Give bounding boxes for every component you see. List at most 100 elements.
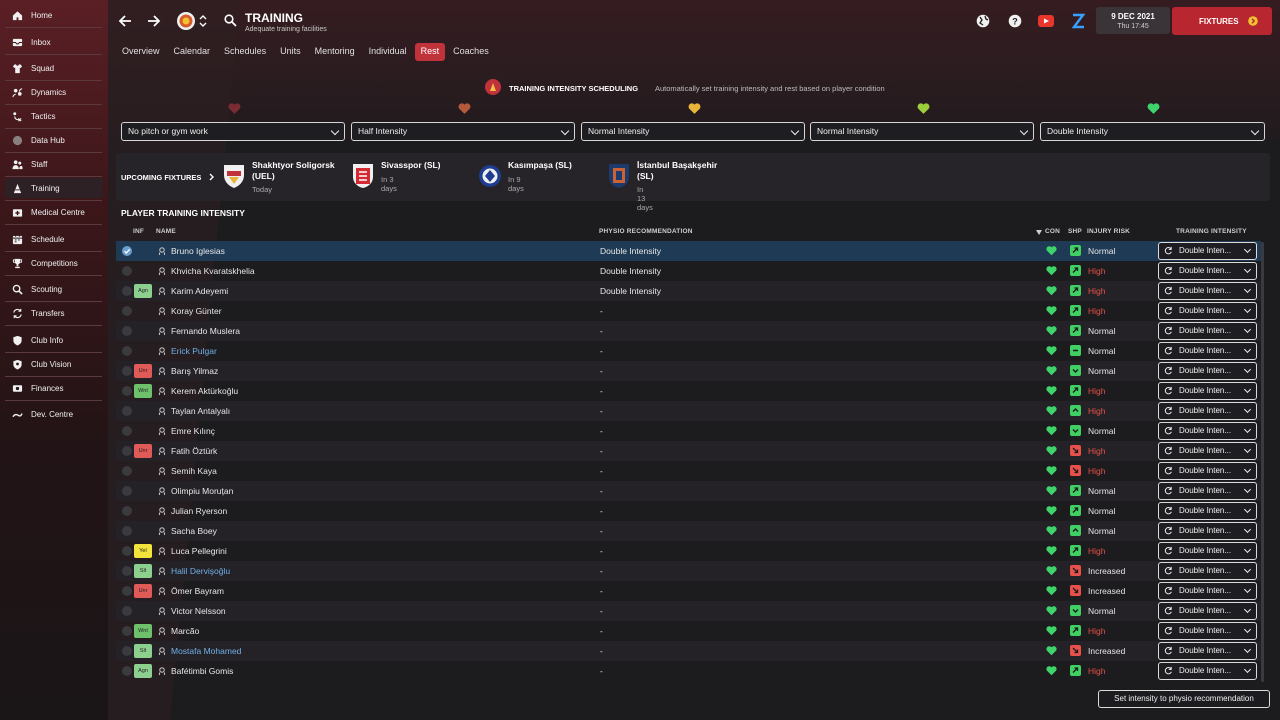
table-row[interactable]: Wnt Kerem Aktürkoğlu - High Double Inten...: [116, 381, 1261, 401]
row-select-checkbox[interactable]: [122, 506, 132, 516]
intensity-select-4[interactable]: Normal Intensity: [810, 122, 1034, 141]
training-intensity-select[interactable]: Double Inten...: [1158, 642, 1257, 660]
injury-info-badge[interactable]: Slt: [134, 644, 152, 658]
row-select-checkbox[interactable]: [122, 446, 132, 456]
table-row[interactable]: Taylan Antalyalı - High Double Inten...: [116, 401, 1261, 421]
table-row[interactable]: Yel Luca Pellegrini - High Double Inten...: [116, 541, 1261, 561]
player-name[interactable]: Koray Günter: [171, 306, 222, 316]
table-row[interactable]: Slt Mostafa Mohamed - Increased Double Inten…: [116, 641, 1261, 661]
row-select-checkbox[interactable]: [122, 646, 132, 656]
table-row[interactable]: Unr Fatih Öztürk - High Double Inten...: [116, 441, 1261, 461]
player-name[interactable]: Fernando Muslera: [171, 326, 240, 336]
table-row[interactable]: Semih Kaya - High Double Inten...: [116, 461, 1261, 481]
player-name[interactable]: Erick Pulgar: [171, 346, 217, 356]
player-name[interactable]: Emre Kılınç: [171, 426, 215, 436]
training-intensity-select[interactable]: Double Inten...: [1158, 302, 1257, 320]
injury-info-badge[interactable]: Agn: [134, 664, 152, 678]
training-intensity-select[interactable]: Double Inten...: [1158, 462, 1257, 480]
player-name[interactable]: Fatih Öztürk: [171, 446, 217, 456]
table-row[interactable]: Olimpiu Moruțan - Normal Double Inten...: [116, 481, 1261, 501]
training-intensity-select[interactable]: Double Inten...: [1158, 582, 1257, 600]
sidebar-item-competitions[interactable]: Competitions: [5, 253, 103, 273]
player-name[interactable]: Khvicha Kvaratskhelia: [171, 266, 255, 276]
table-row[interactable]: Agn Karim Adeyemi Double Intensity High Doub…: [116, 281, 1261, 301]
player-name[interactable]: Bruno Iglesias: [171, 246, 225, 256]
training-intensity-select[interactable]: Double Inten...: [1158, 482, 1257, 500]
table-row[interactable]: Khvicha Kvaratskhelia Double Intensity Hig…: [116, 261, 1261, 281]
sidebar-item-data-hub[interactable]: Data Hub: [5, 130, 103, 150]
training-intensity-select[interactable]: Double Inten...: [1158, 402, 1257, 420]
training-intensity-select[interactable]: Double Inten...: [1158, 442, 1257, 460]
sidebar-item-schedule[interactable]: Schedule: [5, 229, 103, 249]
row-select-checkbox[interactable]: [122, 666, 132, 676]
table-row[interactable]: Sacha Boey - Normal Double Inten...: [116, 521, 1261, 541]
training-intensity-select[interactable]: Double Inten...: [1158, 502, 1257, 520]
player-name[interactable]: Karim Adeyemi: [171, 286, 228, 296]
player-name[interactable]: Sacha Boey: [171, 526, 217, 536]
row-select-checkbox[interactable]: [122, 546, 132, 556]
training-intensity-select[interactable]: Double Inten...: [1158, 562, 1257, 580]
player-name[interactable]: Taylan Antalyalı: [171, 406, 230, 416]
player-name[interactable]: Halil Dervişoğlu: [171, 566, 230, 576]
injury-info-badge[interactable]: Wnt: [134, 384, 152, 398]
row-select-checkbox[interactable]: [122, 346, 132, 356]
injury-info-badge[interactable]: Wnt: [134, 624, 152, 638]
player-name[interactable]: Victor Nelsson: [171, 606, 226, 616]
player-name[interactable]: Bafétimbi Gomis: [171, 666, 233, 676]
injury-info-badge[interactable]: Slt: [134, 564, 152, 578]
intensity-select-3[interactable]: Normal Intensity: [581, 122, 805, 141]
training-intensity-select[interactable]: Double Inten...: [1158, 662, 1257, 680]
sidebar-item-staff[interactable]: Staff: [5, 154, 103, 174]
training-intensity-select[interactable]: Double Inten...: [1158, 282, 1257, 300]
table-row[interactable]: Fernando Muslera - Normal Double Inten...: [116, 321, 1261, 341]
player-name[interactable]: Semih Kaya: [171, 466, 217, 476]
player-name[interactable]: Luca Pellegrini: [171, 546, 227, 556]
row-select-checkbox[interactable]: [122, 246, 132, 256]
sidebar-item-finances[interactable]: Finances: [5, 378, 103, 398]
row-select-checkbox[interactable]: [122, 586, 132, 596]
table-row[interactable]: Wnt Marcão - High Double Inten...: [116, 621, 1261, 641]
sidebar-item-tactics[interactable]: Tactics: [5, 106, 103, 126]
sidebar-item-medical-centre[interactable]: Medical Centre: [5, 202, 103, 222]
sidebar-item-squad[interactable]: Squad: [5, 58, 103, 78]
training-intensity-select[interactable]: Double Inten...: [1158, 622, 1257, 640]
table-row[interactable]: Unr Barış Yilmaz - Normal Double Inten...: [116, 361, 1261, 381]
injury-info-badge[interactable]: Unr: [134, 444, 152, 458]
player-name[interactable]: Kerem Aktürkoğlu: [171, 386, 238, 396]
player-name[interactable]: Barış Yilmaz: [171, 366, 218, 376]
sidebar-item-dynamics[interactable]: Dynamics: [5, 82, 103, 102]
training-intensity-select[interactable]: Double Inten...: [1158, 242, 1257, 260]
table-row[interactable]: Agn Bafétimbi Gomis - High Double Inten...: [116, 661, 1261, 681]
injury-info-badge[interactable]: Yel: [134, 544, 152, 558]
sidebar-item-scouting[interactable]: Scouting: [5, 279, 103, 299]
injury-info-badge[interactable]: Unr: [134, 584, 152, 598]
training-intensity-select[interactable]: Double Inten...: [1158, 322, 1257, 340]
player-name[interactable]: Julian Ryerson: [171, 506, 227, 516]
player-name[interactable]: Mostafa Mohamed: [171, 646, 241, 656]
sidebar-item-training[interactable]: Training: [5, 178, 103, 198]
training-intensity-select[interactable]: Double Inten...: [1158, 422, 1257, 440]
row-select-checkbox[interactable]: [122, 606, 132, 616]
table-row[interactable]: Koray Günter - High Double Inten...: [116, 301, 1261, 321]
row-select-checkbox[interactable]: [122, 486, 132, 496]
player-name[interactable]: Olimpiu Moruțan: [171, 486, 233, 496]
sidebar-item-dev-centre[interactable]: Dev. Centre: [5, 404, 103, 424]
training-intensity-select[interactable]: Double Inten...: [1158, 362, 1257, 380]
table-row[interactable]: Bruno Iglesias Double Intensity Normal Doub…: [116, 241, 1261, 261]
sidebar-item-inbox[interactable]: Inbox: [5, 32, 103, 52]
table-row[interactable]: Victor Nelsson - Normal Double Inten...: [116, 601, 1261, 621]
row-select-checkbox[interactable]: [122, 466, 132, 476]
intensity-select-1[interactable]: No pitch or gym work: [121, 122, 345, 141]
table-row[interactable]: Emre Kılınç - Normal Double Inten...: [116, 421, 1261, 441]
row-select-checkbox[interactable]: [122, 406, 132, 416]
injury-info-badge[interactable]: Agn: [134, 284, 152, 298]
sidebar-item-home[interactable]: Home: [5, 5, 103, 25]
row-select-checkbox[interactable]: [122, 286, 132, 296]
intensity-select-5[interactable]: Double Intensity: [1040, 122, 1265, 141]
row-select-checkbox[interactable]: [122, 566, 132, 576]
player-name[interactable]: Ömer Bayram: [171, 586, 224, 596]
row-select-checkbox[interactable]: [122, 266, 132, 276]
training-intensity-select[interactable]: Double Inten...: [1158, 342, 1257, 360]
row-select-checkbox[interactable]: [122, 426, 132, 436]
sidebar-item-club-vision[interactable]: Club Vision: [5, 354, 103, 374]
